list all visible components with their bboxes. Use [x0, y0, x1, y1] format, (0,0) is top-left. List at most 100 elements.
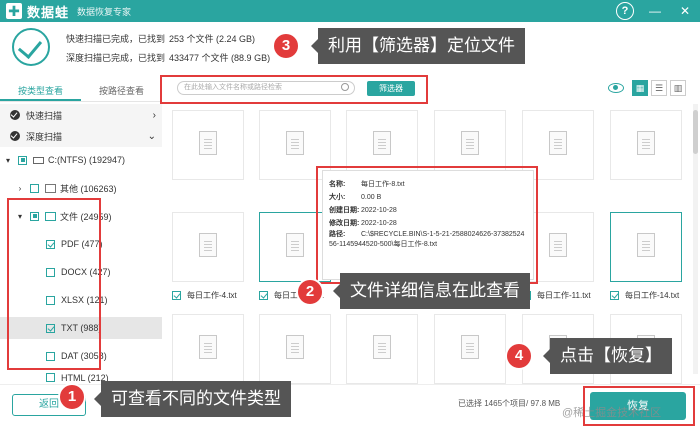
docx-checkbox[interactable] — [46, 267, 55, 277]
sidebar-item-deep-scan[interactable]: 深度扫描 ⌄ — [0, 125, 162, 147]
document-icon — [461, 131, 479, 155]
pdf-checkbox[interactable] — [46, 239, 55, 249]
sidebar-item-label: DOCX (427) — [61, 267, 111, 277]
filter-button[interactable]: 筛选器 — [367, 81, 415, 96]
folder-icon — [45, 183, 56, 193]
sidebar-item-label: 其他 (106263) — [60, 183, 117, 194]
info-key: 修改日期: — [329, 220, 360, 227]
sidebar-item-type-docx[interactable]: DOCX (427) — [0, 261, 162, 283]
check-icon — [10, 110, 20, 120]
callout-restore: 点击【恢复】 — [543, 338, 672, 374]
file-tile[interactable] — [346, 314, 418, 384]
file-checkbox[interactable] — [610, 291, 619, 300]
watermark: @稀土掘金技术社区 — [562, 407, 662, 419]
sidebar-item-drive[interactable]: ▾ C:(NTFS) (192947) — [0, 149, 162, 171]
document-icon — [286, 131, 304, 155]
dat-checkbox[interactable] — [46, 351, 55, 361]
scrollbar[interactable] — [693, 104, 698, 374]
document-icon — [286, 335, 304, 359]
sidebar-item-type-dat[interactable]: DAT (3058) — [0, 345, 162, 367]
sidebar-item-label: 深度扫描 — [26, 131, 63, 142]
eye-icon[interactable] — [608, 83, 624, 93]
file-tile[interactable] — [172, 110, 244, 180]
document-icon — [286, 233, 304, 257]
drive-checkbox[interactable] — [18, 155, 27, 165]
app-logo-icon: ✚ — [6, 3, 22, 19]
info-size: 大小: 0.00 B — [329, 191, 527, 204]
tab-by-type[interactable]: 按类型查看 — [0, 80, 81, 101]
sidebar-item-label: XLSX (121) — [61, 295, 108, 305]
list-view-icon[interactable]: ☰ — [651, 80, 667, 96]
chevron-down-icon: ⌄ — [147, 130, 156, 142]
file-checkbox[interactable] — [259, 291, 268, 300]
step-3-badge: 3 — [272, 32, 300, 60]
document-icon — [199, 131, 217, 155]
step-1-badge: 1 — [58, 383, 86, 411]
sidebar-item-type-xlsx[interactable]: XLSX (121) — [0, 289, 162, 311]
file-name: 每日工作-14.txt — [625, 291, 680, 300]
info-key: 名称: — [329, 181, 346, 188]
app-subtitle: 数据恢复专家 — [77, 6, 132, 17]
info-key: 创建日期: — [329, 207, 360, 214]
file-label[interactable]: 每日工作-11.txt — [522, 290, 591, 301]
file-tile[interactable] — [172, 212, 244, 282]
file-checkbox[interactable] — [172, 291, 181, 300]
scrollbar-thumb[interactable] — [693, 110, 698, 154]
document-icon — [549, 233, 567, 257]
html-checkbox[interactable] — [46, 373, 55, 382]
info-value: 2022-10-28 — [361, 207, 397, 214]
file-tile[interactable] — [259, 110, 331, 180]
sidebar-item-files[interactable]: ▾ 文件 (24959) — [0, 205, 162, 227]
sidebar-item-type-pdf[interactable]: PDF (477) — [0, 233, 162, 255]
sidebar-item-quick-scan[interactable]: 快速扫描 › — [0, 104, 162, 126]
callout-details: 文件详细信息在此查看 — [333, 273, 530, 309]
file-tile[interactable] — [259, 314, 331, 384]
step-2-badge: 2 — [296, 278, 324, 306]
help-icon[interactable]: ? — [616, 2, 634, 20]
info-name: 名称: 每日工作-8.txt — [329, 178, 527, 191]
document-icon — [637, 131, 655, 155]
selection-info: 已选择 1465个项目/ 97.8 MB — [458, 399, 561, 408]
file-tile[interactable] — [610, 212, 682, 282]
info-key: 路径: — [329, 231, 346, 238]
caret-down-icon[interactable]: ▾ — [4, 156, 12, 165]
info-created: 创建日期: 2022-10-28 — [329, 204, 527, 217]
file-tile[interactable] — [259, 212, 331, 282]
grid-view-icon[interactable]: ▦ — [632, 80, 648, 96]
close-icon[interactable]: ✕ — [676, 2, 694, 20]
sidebar-item-label: 快速扫描 — [26, 110, 63, 121]
xlsx-checkbox[interactable] — [46, 295, 55, 305]
document-icon — [461, 335, 479, 359]
txt-checkbox[interactable] — [46, 323, 55, 333]
caret-down-icon[interactable]: ▾ — [16, 212, 24, 221]
file-label[interactable]: 每日工作-14.txt — [610, 290, 679, 301]
tab-by-path[interactable]: 按路径查看 — [81, 80, 162, 101]
files-checkbox[interactable] — [30, 211, 39, 221]
file-tile[interactable] — [434, 314, 506, 384]
file-name: 每日工作-11.txt — [537, 291, 591, 300]
info-value: 每日工作-8.txt — [361, 181, 405, 188]
caret-right-icon[interactable]: › — [16, 184, 24, 193]
minimize-icon[interactable]: — — [646, 2, 664, 20]
sidebar-item-label: 文件 (24959) — [60, 211, 112, 222]
file-name: 每日工作-4.txt — [187, 291, 237, 300]
file-tile[interactable] — [610, 110, 682, 180]
info-value: 2022-10-28 — [361, 220, 397, 227]
title-bar: ✚ 数据蛙 数据恢复专家 ? — ✕ — [0, 0, 700, 22]
folder-icon — [45, 211, 56, 221]
sidebar-item-type-txt[interactable]: TXT (988) — [0, 317, 162, 339]
sidebar-item-other[interactable]: › 其他 (106263) — [0, 177, 162, 199]
search-icon[interactable] — [341, 83, 349, 91]
info-value: 0.00 B — [361, 194, 382, 201]
file-info-panel: 名称: 每日工作-8.txt 大小: 0.00 B 创建日期: 2022-10-28 … — [322, 170, 534, 280]
file-label[interactable]: 每日工作-4.txt — [172, 290, 237, 301]
document-icon — [199, 233, 217, 257]
other-checkbox[interactable] — [30, 183, 39, 193]
detail-view-icon[interactable]: ▥ — [670, 80, 686, 96]
info-path: 路径: C:\$RECYCLE.BIN\S-1-5-21-2588024626-3… — [329, 230, 527, 250]
file-tile[interactable] — [172, 314, 244, 384]
document-icon — [373, 335, 391, 359]
check-circle-icon — [12, 28, 50, 66]
search-input[interactable]: 在此处输入文件名称或路径检索 — [177, 81, 355, 95]
info-modified: 修改日期: 2022-10-28 — [329, 217, 527, 230]
